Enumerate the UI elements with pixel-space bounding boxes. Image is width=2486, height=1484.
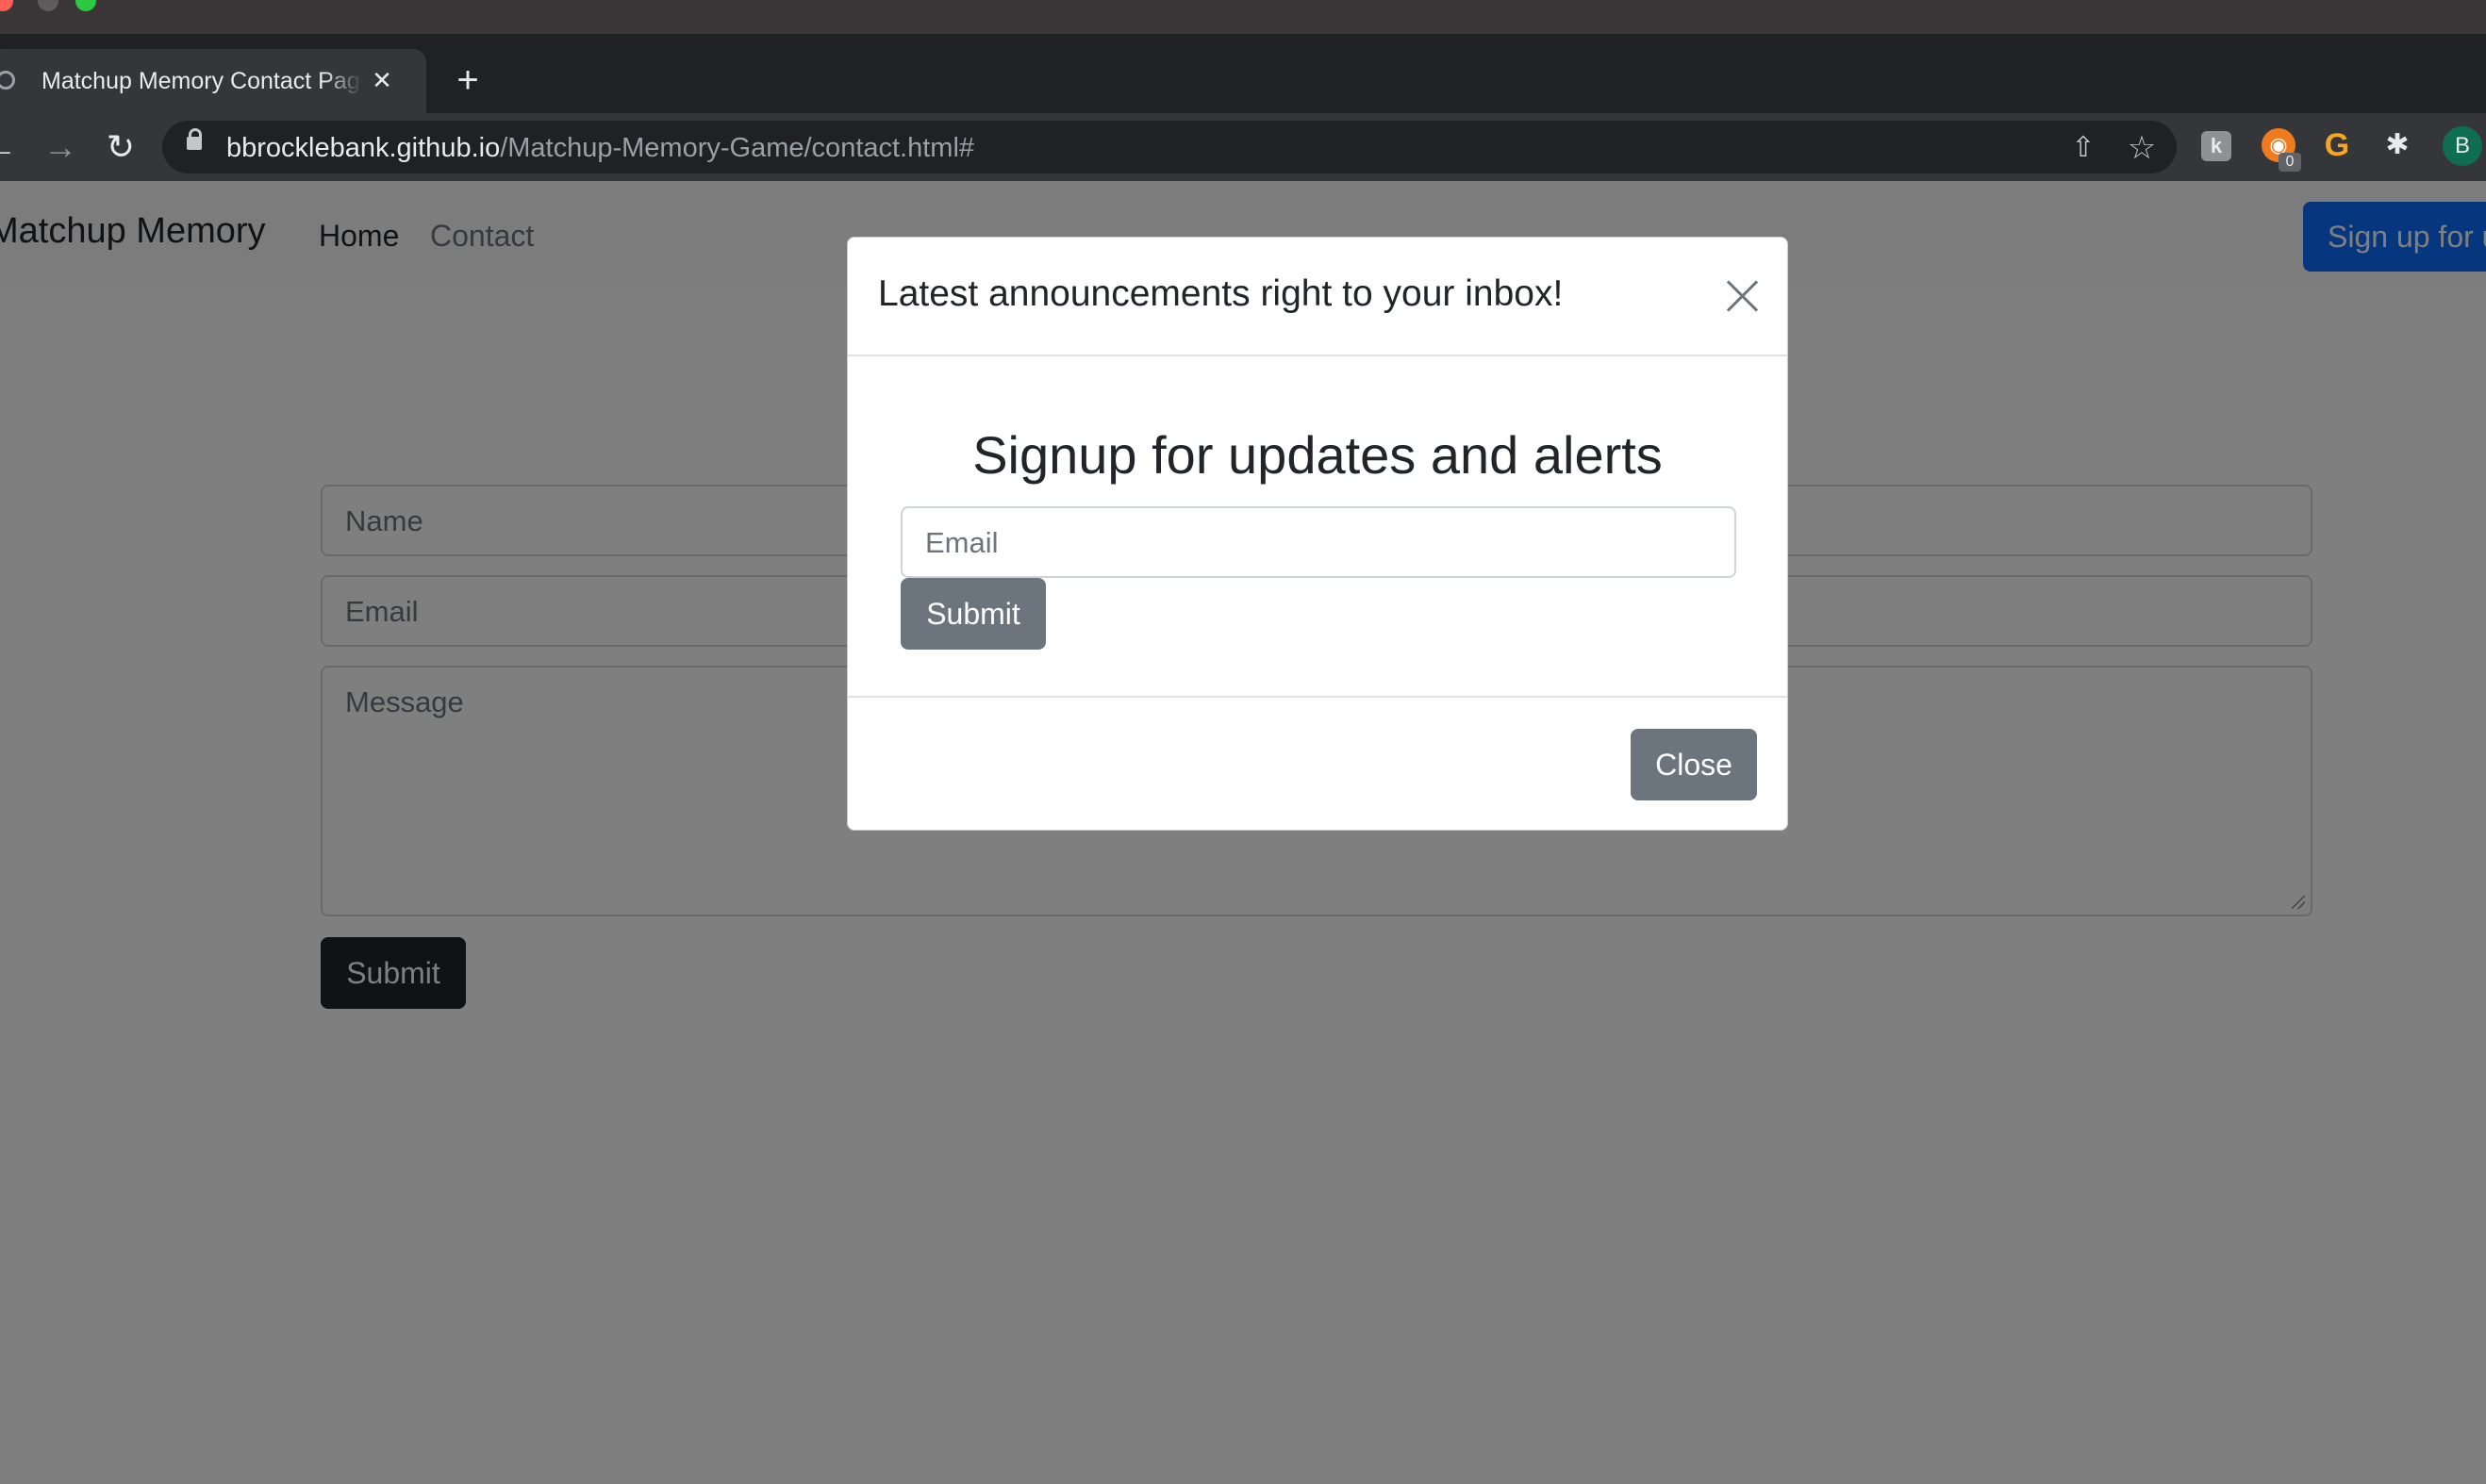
- extension-k-icon[interactable]: k: [2201, 131, 2231, 161]
- g-extension-icon[interactable]: G: [2320, 128, 2354, 162]
- window-titlebar: [0, 0, 2486, 34]
- globe-icon: [0, 71, 15, 90]
- star-icon[interactable]: ☆: [2126, 132, 2158, 164]
- address-bar[interactable]: bbrocklebank.github.io/Matchup-Memory-Ga…: [162, 121, 2177, 173]
- reload-icon[interactable]: ↻: [98, 124, 143, 170]
- window-zoom-dot[interactable]: [75, 0, 96, 11]
- modal-header: Latest announcements right to your inbox…: [848, 238, 1787, 356]
- modal-email-input[interactable]: Email: [901, 506, 1736, 578]
- tab-title: Matchup Memory Contact Page: [41, 68, 362, 94]
- modal-footer-divider: [848, 696, 1787, 698]
- tab-strip: Matchup Memory Contact Page ✕ +: [0, 34, 2486, 113]
- browser-toolbar: ← → ↻ bbrocklebank.github.io/Matchup-Mem…: [0, 113, 2486, 181]
- lock-icon[interactable]: [187, 128, 202, 150]
- browser-tab[interactable]: Matchup Memory Contact Page ✕: [0, 49, 426, 113]
- web-page: Matchup Memory Home Contact Sign up for …: [0, 181, 2486, 1484]
- arrow-right-icon[interactable]: →: [38, 124, 83, 170]
- modal-submit-button[interactable]: Submit: [901, 578, 1046, 650]
- extension-badge: 0: [2279, 153, 2301, 172]
- modal-close-button[interactable]: Close: [1631, 729, 1757, 800]
- new-tab-button[interactable]: +: [449, 61, 487, 100]
- signup-modal: Latest announcements right to your inbox…: [847, 237, 1788, 831]
- url-host: bbrocklebank.github.io: [226, 133, 501, 163]
- window-close-dot[interactable]: [0, 0, 13, 11]
- close-tab-icon[interactable]: ✕: [368, 66, 396, 94]
- arrow-left-icon[interactable]: ←: [0, 124, 23, 170]
- close-icon[interactable]: [1719, 272, 1766, 319]
- url-path: /Matchup-Memory-Game/contact.html#: [500, 133, 975, 163]
- modal-heading: Signup for updates and alerts: [972, 425, 1663, 485]
- share-icon[interactable]: ⇧: [2067, 132, 2099, 164]
- modal-title: Latest announcements right to your inbox…: [878, 273, 1564, 314]
- puzzle-icon[interactable]: ✱: [2380, 128, 2414, 162]
- url-text[interactable]: bbrocklebank.github.io/Matchup-Memory-Ga…: [226, 133, 974, 164]
- profile-avatar[interactable]: B: [2443, 126, 2482, 166]
- window-minimize-dot[interactable]: [38, 0, 58, 11]
